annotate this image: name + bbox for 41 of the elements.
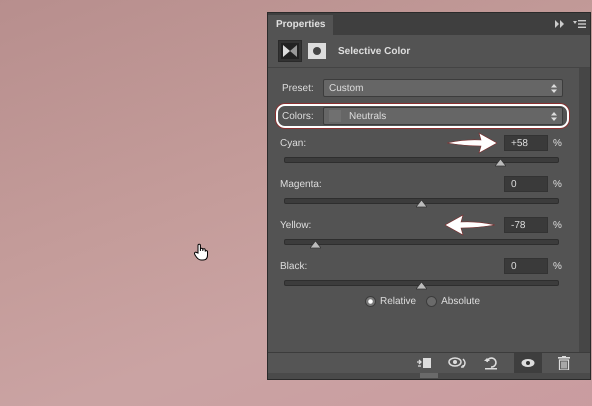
trash-icon[interactable]: [558, 356, 570, 370]
menu-icon[interactable]: [573, 20, 586, 28]
colors-label: Colors:: [282, 110, 315, 122]
colors-dropdown[interactable]: Neutrals: [323, 107, 563, 125]
properties-tab[interactable]: Properties: [268, 15, 334, 35]
method-radio[interactable]: Relative: [364, 296, 416, 307]
percent-label: %: [553, 178, 563, 190]
adjustment-title: Selective Color: [338, 46, 410, 56]
resize-grip-icon[interactable]: [420, 373, 438, 378]
value-field[interactable]: 0: [504, 258, 548, 274]
preset-label: Preset:: [282, 82, 315, 94]
slider-label: Yellow:: [280, 220, 312, 230]
slider-thumb[interactable]: [416, 200, 427, 208]
collapse-icon[interactable]: [555, 20, 565, 28]
reset-icon[interactable]: [484, 356, 498, 370]
arrow-icon: [445, 213, 497, 237]
method-radio[interactable]: Absolute: [426, 296, 480, 307]
percent-label: %: [553, 138, 563, 148]
value-field[interactable]: +58: [504, 135, 548, 151]
visibility-button[interactable]: [514, 353, 542, 373]
clip-to-layer-icon[interactable]: [416, 356, 432, 370]
dropdown-arrows-icon: [551, 84, 557, 92]
slider-thumb[interactable]: [416, 282, 427, 290]
slider-label: Magenta:: [280, 178, 323, 190]
slider-label: Black:: [280, 260, 308, 272]
preset-dropdown[interactable]: Custom: [323, 79, 563, 97]
slider-thumb[interactable]: [495, 159, 506, 167]
percent-label: %: [553, 260, 563, 272]
scrollbar[interactable]: [579, 68, 590, 352]
slider-label: Cyan:: [280, 138, 308, 148]
adjustment-icon[interactable]: [278, 40, 302, 62]
value-field[interactable]: -78: [504, 217, 548, 233]
eye-icon: [521, 358, 535, 368]
hand-cursor-icon: [193, 243, 209, 261]
dropdown-arrows-icon: [551, 112, 557, 120]
view-previous-icon[interactable]: [448, 356, 468, 370]
mask-icon[interactable]: [308, 43, 326, 59]
percent-label: %: [553, 220, 563, 230]
slider-thumb[interactable]: [310, 241, 321, 249]
arrow-icon: [445, 131, 497, 155]
value-field[interactable]: 0: [504, 176, 548, 192]
